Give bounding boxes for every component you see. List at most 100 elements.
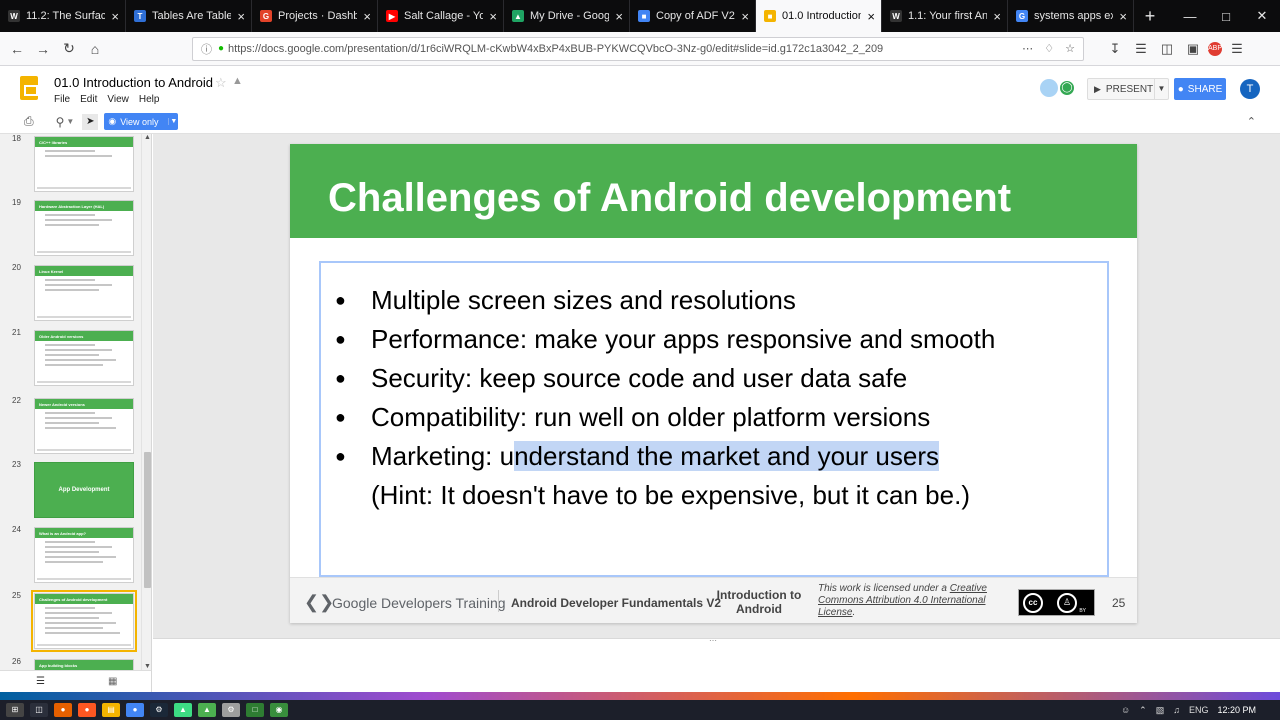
- menu-icon[interactable]: ☰: [1226, 41, 1248, 57]
- slide-content-box[interactable]: Multiple screen sizes and resolutions Pe…: [319, 261, 1109, 577]
- app-taskbar-icon[interactable]: ▲: [198, 703, 216, 717]
- tab-close-icon[interactable]: ×: [867, 9, 875, 24]
- filmstrip-view-icon[interactable]: ☰: [36, 676, 45, 687]
- download-icon[interactable]: ↧: [1104, 41, 1126, 57]
- maximize-icon[interactable]: □: [1208, 9, 1244, 24]
- slide-thumbnail[interactable]: Linux Kernel: [34, 265, 134, 321]
- present-button[interactable]: ▶ PRESENT ▼: [1087, 78, 1169, 100]
- firefox-taskbar-icon[interactable]: ●: [54, 703, 72, 717]
- people-icon[interactable]: ☺: [1121, 705, 1130, 715]
- current-slide[interactable]: Challenges of Android development Multip…: [290, 144, 1137, 623]
- start-icon[interactable]: ⊞: [6, 703, 24, 717]
- adblock-icon[interactable]: ABP: [1208, 41, 1222, 56]
- slide-thumbnail[interactable]: Newer Android versions: [34, 398, 134, 454]
- browser-tab[interactable]: T Tables Are Tables ×: [126, 0, 252, 32]
- reload-icon[interactable]: ↻: [58, 40, 80, 57]
- slide-thumbnail[interactable]: App building blocks: [34, 659, 134, 670]
- browser-tab[interactable]: Gsystems apps examples ×: [1008, 0, 1134, 32]
- url-text[interactable]: https://docs.google.com/presentation/d/1…: [228, 43, 1014, 55]
- slide-thumb-number: 23: [12, 460, 21, 469]
- tab-close-icon[interactable]: ×: [741, 9, 749, 24]
- star-icon[interactable]: ☆: [215, 75, 227, 91]
- volume-icon[interactable]: ♫: [1173, 705, 1180, 715]
- slide-thumbnail[interactable]: Challenges of Android development: [31, 590, 137, 652]
- menu-view[interactable]: View: [107, 94, 129, 105]
- minimize-icon[interactable]: —: [1172, 9, 1208, 24]
- slide-thumbnail[interactable]: Hardware Abstraction Layer (HAL): [34, 200, 134, 256]
- browser-tab[interactable]: W 11.2: The SurfaceView cl ×: [0, 0, 126, 32]
- slide-thumb-number: 25: [12, 591, 21, 600]
- browser-tab[interactable]: ▶ Salt Callage - YouTube ×: [378, 0, 504, 32]
- tab-close-icon[interactable]: ×: [111, 9, 119, 24]
- network-icon[interactable]: ▧: [1156, 705, 1165, 716]
- grid-view-icon[interactable]: ▦: [108, 676, 117, 687]
- scroll-up-icon[interactable]: ▲: [142, 134, 151, 141]
- clock[interactable]: 12:20 PM: [1217, 705, 1256, 715]
- tab-close-icon[interactable]: ×: [993, 9, 1001, 24]
- cc-icon: cc: [1023, 592, 1043, 613]
- present-options-chevron-icon[interactable]: ▼: [1154, 79, 1168, 99]
- notes-resize-handle-icon[interactable]: ⋯: [709, 636, 717, 645]
- tab-close-icon[interactable]: ×: [489, 9, 497, 24]
- sidebar-icon[interactable]: ◫: [1156, 41, 1178, 57]
- browser-tab[interactable]: W 1.1: Your first Android ap ×: [882, 0, 1008, 32]
- scroll-down-icon[interactable]: ▼: [142, 663, 151, 670]
- tab-close-icon[interactable]: ×: [615, 9, 623, 24]
- zoom-chevron-icon[interactable]: ▼: [66, 117, 74, 126]
- slide-thumbnail[interactable]: C/C++ libraries: [34, 136, 134, 192]
- library-icon[interactable]: ☰: [1130, 41, 1152, 57]
- speaker-notes-panel[interactable]: ⋯: [153, 636, 1280, 692]
- info-icon[interactable]: ⓘ: [201, 41, 212, 57]
- user-avatar[interactable]: T: [1240, 79, 1260, 99]
- task-view-icon[interactable]: ◫: [30, 703, 48, 717]
- browser-tab[interactable]: G Projects · Dashboard · Gi ×: [252, 0, 378, 32]
- screenshot-icon[interactable]: ▣: [1182, 41, 1204, 57]
- zoom-icon[interactable]: ⚲: [56, 115, 65, 129]
- menu-file[interactable]: File: [54, 94, 70, 105]
- chrome-taskbar-icon[interactable]: ●: [126, 703, 144, 717]
- steam-taskbar-icon[interactable]: ⚙: [150, 703, 168, 717]
- tab-favicon-icon: ■: [638, 10, 650, 22]
- new-tab-button[interactable]: +: [1134, 0, 1166, 32]
- share-button[interactable]: ● SHARE: [1174, 78, 1226, 100]
- bookmark-star-icon[interactable]: ☆: [1065, 43, 1075, 55]
- slide-thumbnail[interactable]: Older Android versions: [34, 330, 134, 386]
- browser-tab[interactable]: ■ Copy of ADF V2 Lesson ×: [630, 0, 756, 32]
- terminal-taskbar-icon[interactable]: □: [246, 703, 264, 717]
- slide-thumbnail[interactable]: What is an Android app?: [34, 527, 134, 583]
- slide-thumbnail[interactable]: App Development: [34, 462, 134, 518]
- obs-taskbar-icon[interactable]: ◉: [270, 703, 288, 717]
- scrollbar-thumb[interactable]: [144, 452, 151, 588]
- home-icon[interactable]: ⌂: [84, 41, 106, 57]
- folder-move-icon[interactable]: ▲: [232, 75, 243, 87]
- chat-icon[interactable]: ◯: [1058, 79, 1076, 97]
- address-bar[interactable]: ⓘ ● https://docs.google.com/presentation…: [192, 36, 1084, 61]
- pocket-icon[interactable]: ♢: [1044, 43, 1054, 55]
- view-only-mode-button[interactable]: ◉ View only ▼: [104, 113, 179, 130]
- explorer-taskbar-icon[interactable]: ▤: [102, 703, 120, 717]
- language-indicator[interactable]: ENG: [1189, 705, 1209, 715]
- menu-help[interactable]: Help: [139, 94, 160, 105]
- page-actions-icon[interactable]: ⋯: [1022, 43, 1033, 55]
- slide-thumb-number: 18: [12, 134, 21, 143]
- print-icon[interactable]: ⎙: [24, 114, 34, 129]
- settings-taskbar-icon[interactable]: ⚙: [222, 703, 240, 717]
- browser-tab[interactable]: ■ 01.0 Introduction to And ×: [756, 0, 882, 32]
- back-icon[interactable]: ←: [6, 41, 28, 57]
- forward-icon[interactable]: →: [32, 41, 54, 57]
- collapse-header-icon[interactable]: ⌃: [1247, 115, 1256, 128]
- collaborator-avatar[interactable]: [1040, 79, 1058, 97]
- select-pointer-icon[interactable]: ➤: [82, 113, 99, 130]
- menu-edit[interactable]: Edit: [80, 94, 97, 105]
- slides-logo-icon[interactable]: [20, 76, 38, 100]
- tab-close-icon[interactable]: ×: [237, 9, 245, 24]
- filmstrip-scrollbar[interactable]: ▲ ▼: [141, 134, 151, 670]
- firefox-dev-taskbar-icon[interactable]: ●: [78, 703, 96, 717]
- document-title[interactable]: 01.0 Introduction to Android: [54, 75, 213, 90]
- close-window-icon[interactable]: ✕: [1244, 8, 1280, 24]
- tab-close-icon[interactable]: ×: [1119, 9, 1127, 24]
- tab-close-icon[interactable]: ×: [363, 9, 371, 24]
- tray-chevron-icon[interactable]: ⌃: [1139, 705, 1147, 716]
- android-studio-taskbar-icon[interactable]: ▲: [174, 703, 192, 717]
- browser-tab[interactable]: ▲ My Drive - Google Drive ×: [504, 0, 630, 32]
